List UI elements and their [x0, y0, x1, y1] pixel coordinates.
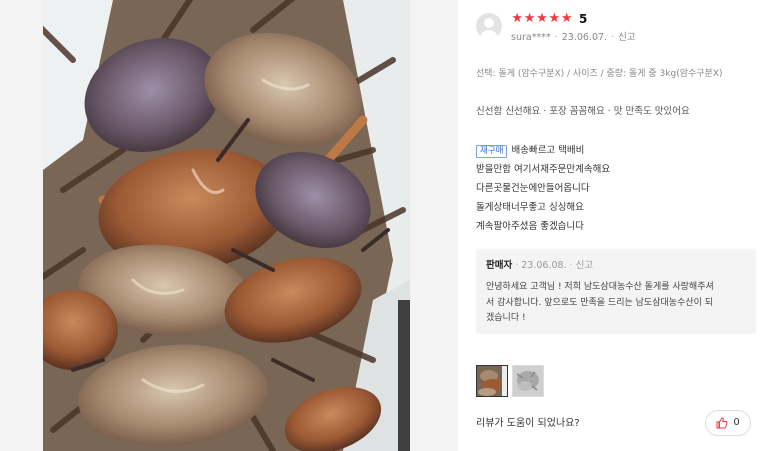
star-icon: ★ [548, 11, 561, 26]
review-photo[interactable] [43, 0, 410, 451]
reply-report-link[interactable]: 신고 [576, 260, 593, 271]
photo-thumbnail[interactable] [512, 365, 544, 397]
separator-dot: · [515, 260, 519, 271]
repurchase-badge: 재구매 [476, 145, 508, 158]
seller-reply: 판매자 · 23.06.08. · 신고 안녕하세요 고객님 ! 저희 남도삼대농수산 … [476, 249, 756, 334]
like-button[interactable]: 0 [705, 410, 751, 436]
purchase-option: 선택: 돌게 (암수구분X) / 사이즈 / 중량: 돌게 중 3kg(암수구분… [476, 69, 723, 79]
star-icon: ★ [511, 11, 524, 26]
separator-dot: · [569, 260, 573, 271]
rating-score: 5 [579, 12, 588, 26]
reply-line: 겠습니다 ! [486, 313, 526, 323]
star-icon: ★ [536, 11, 548, 26]
reply-date: 23.06.08. [521, 260, 567, 271]
like-count: 0 [733, 417, 740, 428]
star-rating: ★ ★ ★ ★ ★ [511, 11, 573, 27]
seller-name: 판매자 [486, 260, 513, 271]
username: sura**** [511, 32, 551, 43]
reply-line: 서 감사합니다. 앞으로도 만족을 드리는 남도삼대농수산이 되 [486, 297, 714, 308]
thumbs-up-icon [716, 417, 728, 429]
reply-body: 안녕하세요 고객님 ! 저희 남도삼대농수산 돌게를 사랑해주셔 서 감사합니다… [486, 280, 748, 327]
photo-thumbnail[interactable] [476, 365, 508, 397]
user-avatar-icon [476, 13, 502, 39]
review-date: 23.06.07. [561, 32, 608, 43]
reply-line: 안녕하세요 고객님 ! 저희 남도삼대농수산 돌게를 사랑해주셔 [486, 282, 714, 292]
report-link[interactable]: 신고 [618, 32, 635, 43]
crab-photo-image [43, 0, 410, 451]
review-line: 받을만함 여기서재주문만계속해요 [476, 164, 611, 175]
separator-dot: · [611, 32, 615, 43]
photo-thumbnails [476, 365, 544, 397]
helpful-question: 리뷰가 도움이 되었나요? [476, 418, 580, 429]
reply-header: 판매자 · 23.06.08. · 신고 [486, 259, 593, 273]
review-evaluation: 신선함 신선해요 · 포장 꼼꼼해요 · 맛 만족도 맛있어요 [476, 106, 690, 117]
review-panel: ★ ★ ★ ★ ★ 5 sura**** · 23.06.07. · 신고 선택: 돌게… [458, 0, 773, 451]
separator-dot: · [554, 32, 558, 43]
gutter [410, 0, 458, 451]
review-meta: sura**** · 23.06.07. · 신고 [511, 31, 636, 45]
review-line: 다른곳물건눈에안들어옵니다 [476, 183, 590, 194]
review-line: 돌게상태너무좋고 싱싱해요 [476, 202, 584, 213]
review-line: 계속팔아주셨음 좋겠습니다 [476, 221, 584, 232]
review-body: 재구매 배송빠르고 택배비 받을만함 여기서재주문만계속해요 다른곳물건눈에안들어… [476, 144, 761, 239]
star-icon: ★ [523, 11, 536, 26]
review-line: 재구매 배송빠르고 택배비 [476, 144, 761, 163]
star-icon: ★ [560, 11, 573, 26]
left-gutter [0, 0, 43, 451]
